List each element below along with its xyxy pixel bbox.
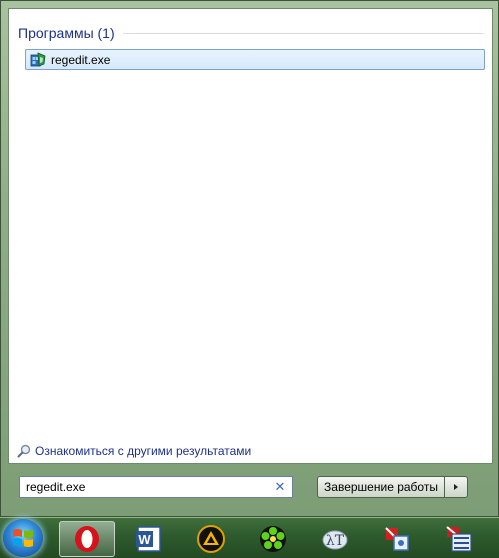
taskbar-item-tool[interactable] [369,521,425,557]
taskbar-item-aimp[interactable] [183,521,239,557]
see-more-results-label: Ознакомиться с другими результатами [35,444,252,458]
shutdown-control: Завершение работы [317,476,468,498]
regedit-icon [30,51,46,68]
search-box[interactable]: ✕ [19,476,293,498]
aimp-icon [197,525,225,553]
start-menu: Программы (1) regedit.exe Ознакомиться с… [0,0,499,517]
taskbar-item-word[interactable]: W [121,521,177,557]
taskbar: W λT [0,517,499,558]
svg-text:λT: λT [326,533,345,549]
opera-icon [75,526,99,552]
search-input[interactable] [20,480,272,494]
taskbar-item-icq[interactable] [245,521,301,557]
network-icon [446,526,472,552]
icq-icon [260,526,286,552]
programs-group-title: Программы (1) [18,25,115,41]
search-results-pane: Программы (1) regedit.exe Ознакомиться с… [8,8,493,464]
tool-icon [385,527,409,551]
result-item-regedit[interactable]: regedit.exe [25,49,485,70]
shutdown-options-button[interactable] [444,476,468,498]
see-more-results-link[interactable]: Ознакомиться с другими результатами [17,443,251,459]
windows-logo-icon [13,529,33,547]
taskbar-item-network[interactable] [431,521,487,557]
programs-group-header: Программы (1) [18,24,484,42]
chevron-right-icon [454,484,458,490]
result-label: regedit.exe [51,52,111,67]
word-icon: W [136,526,161,552]
magnifier-icon [17,444,31,458]
lambda-icon: λT [322,530,348,550]
taskbar-item-opera[interactable] [59,521,115,557]
group-divider [122,32,484,34]
start-button[interactable] [3,519,43,557]
clear-search-icon[interactable]: ✕ [272,479,288,495]
svg-text:W: W [138,532,151,547]
shutdown-button[interactable]: Завершение работы [317,476,444,498]
taskbar-item-lambda[interactable]: λT [307,521,363,557]
